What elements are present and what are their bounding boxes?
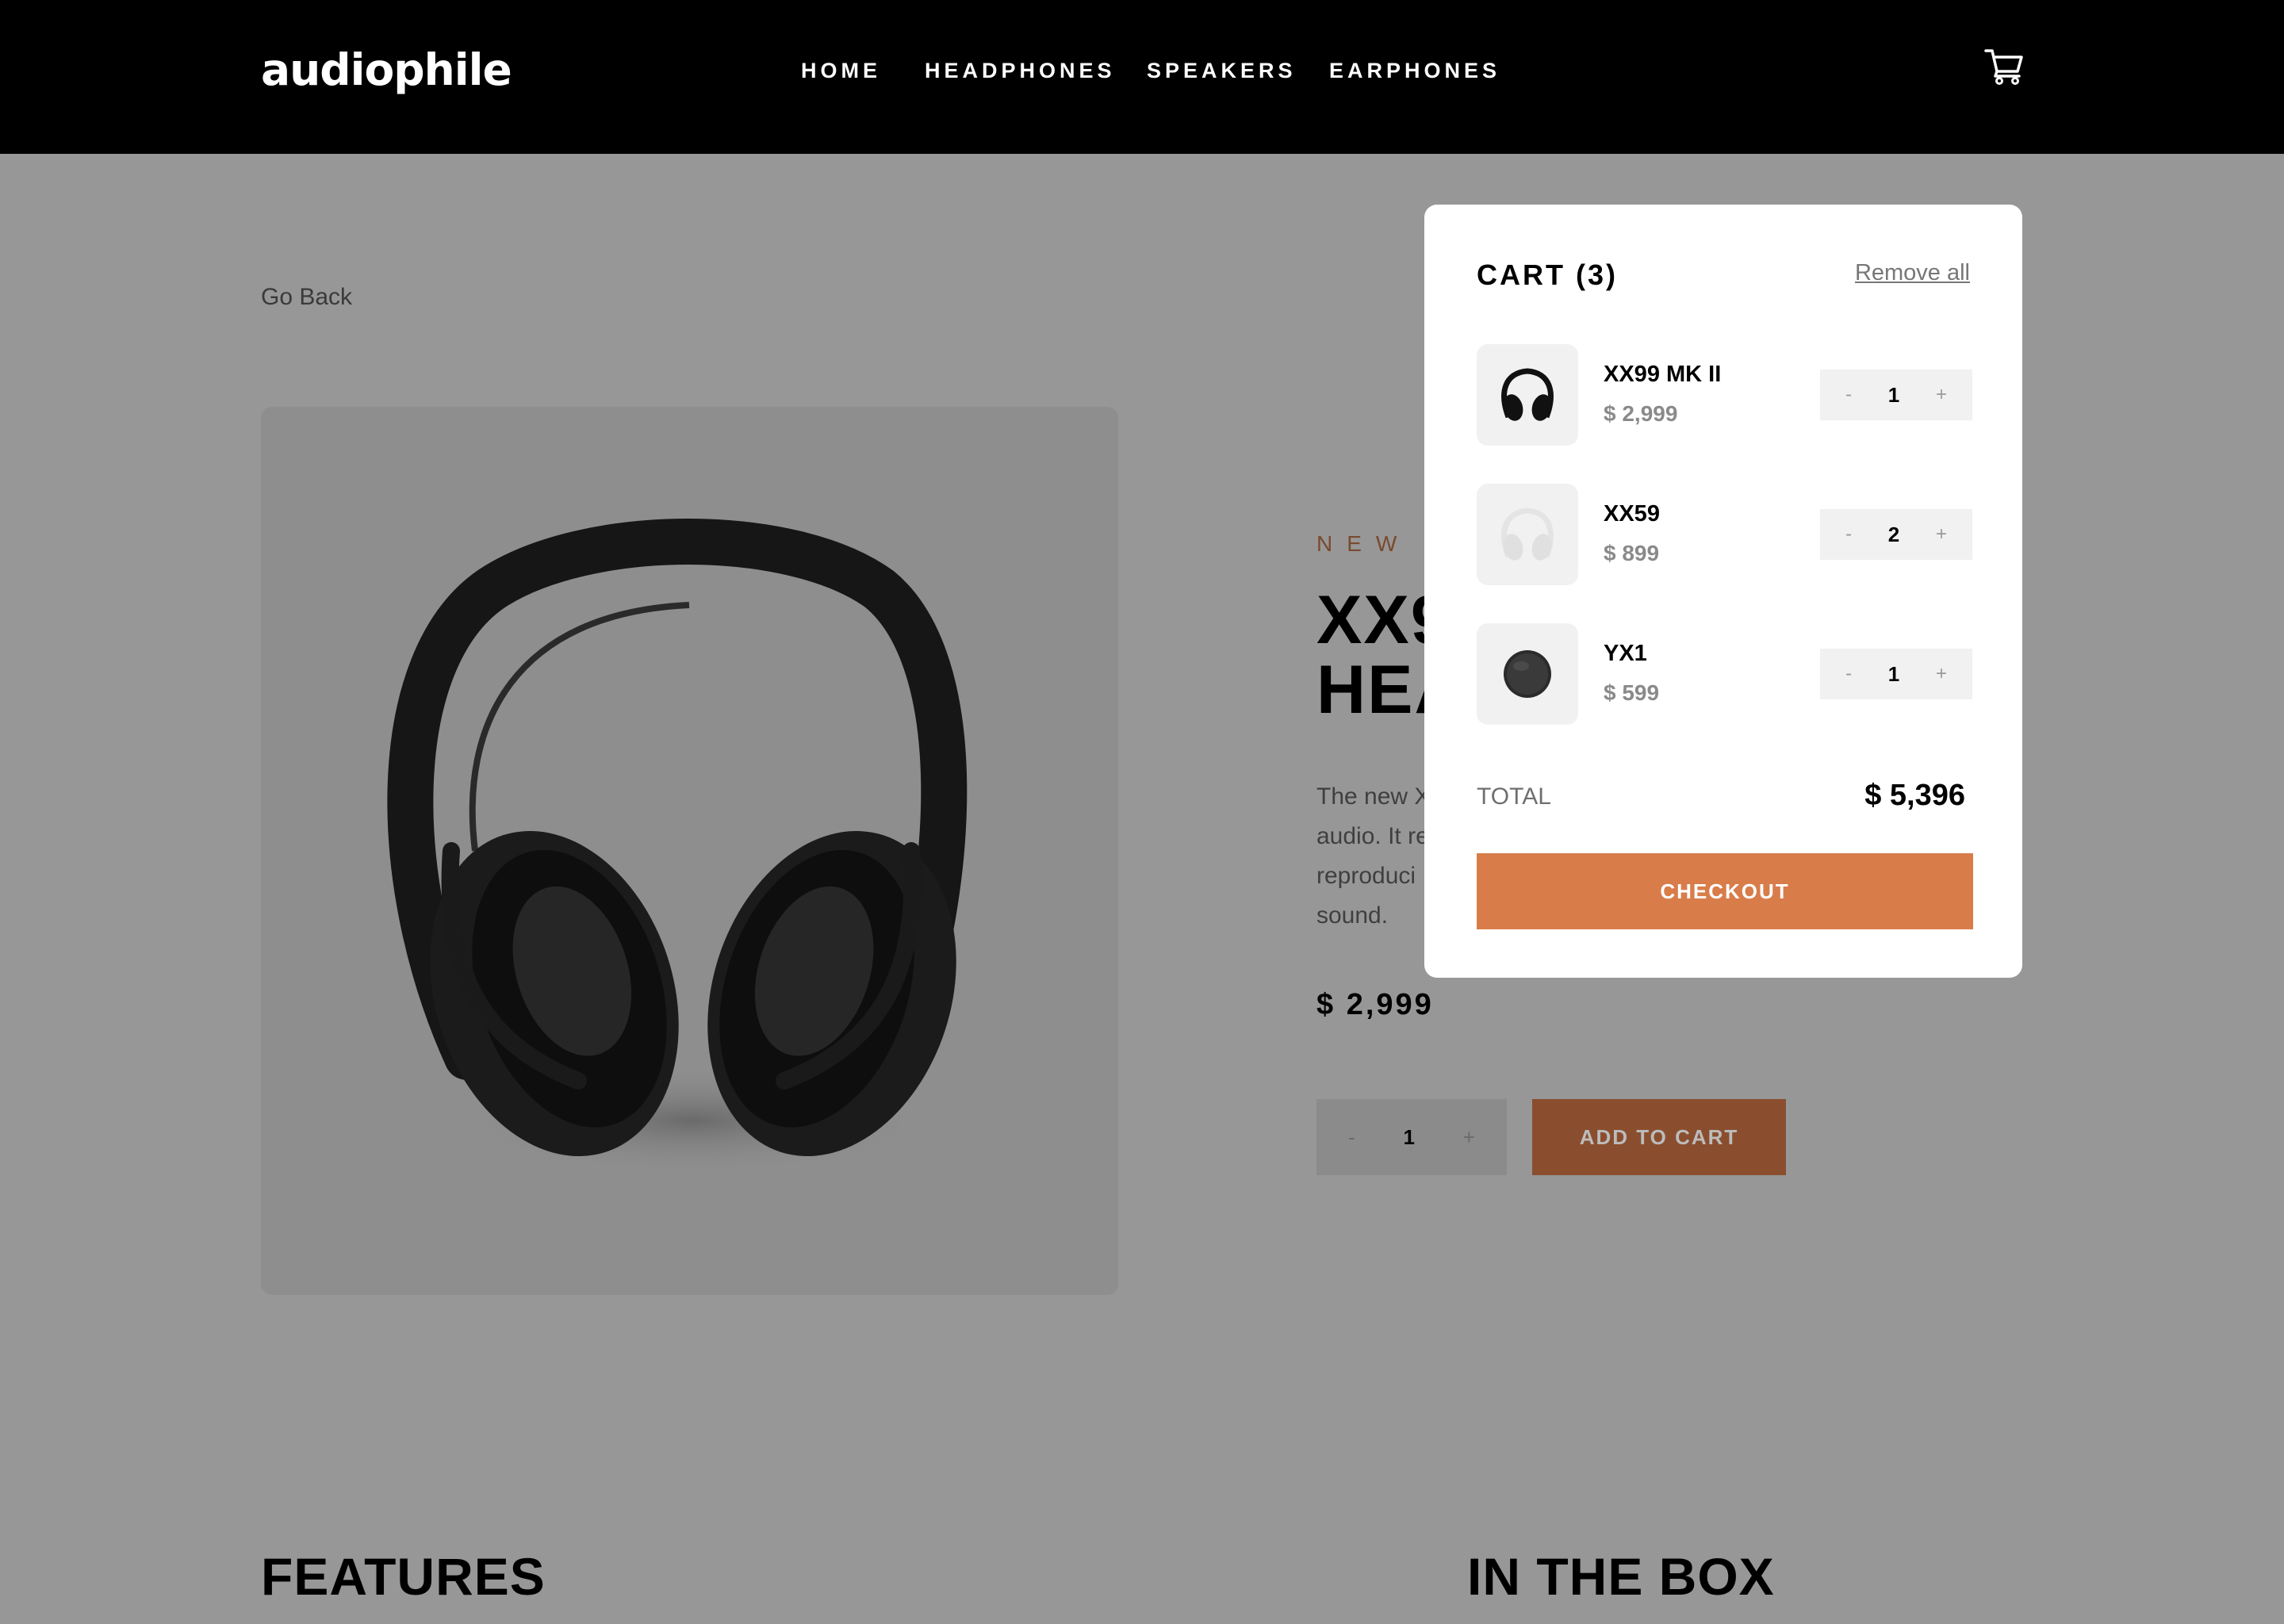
quantity-value: 2	[1887, 522, 1900, 546]
total-value: $ 5,396	[1864, 779, 1965, 812]
quantity-value: 1	[1403, 1124, 1415, 1149]
product-quantity-stepper: - 1 +	[1316, 1099, 1507, 1175]
nav-headphones[interactable]: HEADPHONES	[925, 59, 1116, 83]
cart-item-price: $ 899	[1604, 541, 1660, 565]
nav-speakers[interactable]: SPEAKERS	[1147, 59, 1297, 83]
cart-item-thumbnail	[1477, 484, 1578, 585]
speaker-icon	[1504, 650, 1551, 698]
headphones-icon	[1501, 508, 1554, 561]
decrement-button[interactable]: -	[1845, 523, 1852, 546]
decrement-button[interactable]: -	[1348, 1125, 1355, 1150]
headphones-icon	[387, 519, 968, 1176]
new-product-label: NEW	[1316, 531, 1412, 556]
increment-button[interactable]: +	[1936, 523, 1947, 546]
cart-heading: CART (3)	[1477, 259, 1618, 291]
quantity-value: 1	[1887, 382, 1900, 407]
cart-item-name: YX1	[1604, 641, 1647, 666]
nav-earphones[interactable]: EARPHONES	[1329, 59, 1500, 83]
checkout-button[interactable]: CHECKOUT	[1477, 853, 1973, 929]
in-the-box-heading: IN THE BOX	[1467, 1547, 1775, 1606]
cart-item-name: XX99 MK II	[1604, 362, 1722, 387]
cart-item-thumbnail	[1477, 344, 1578, 446]
cart-item: XX59 $ 899 - 2 +	[1477, 484, 1976, 585]
nav-home[interactable]: HOME	[801, 59, 881, 83]
decrement-button[interactable]: -	[1845, 384, 1852, 406]
cart-item-name: XX59	[1604, 501, 1660, 527]
product-price: $ 2,999	[1316, 988, 1434, 1021]
total-label: TOTAL	[1477, 783, 1551, 810]
cart-item-quantity-stepper: - 2 +	[1820, 509, 1972, 560]
increment-button[interactable]: +	[1936, 384, 1947, 406]
cart-item: YX1 $ 599 - 1 +	[1477, 623, 1976, 725]
product-image	[261, 407, 1118, 1295]
cart-item-quantity-stepper: - 1 +	[1820, 649, 1972, 699]
cart-item-price: $ 599	[1604, 680, 1660, 705]
remove-all-button[interactable]: Remove all	[1855, 260, 1970, 286]
site-header: audiophile HOME HEADPHONES SPEAKERS EARP…	[0, 0, 2284, 154]
features-heading: FEATURES	[261, 1547, 546, 1606]
go-back-link[interactable]: Go Back	[261, 284, 352, 311]
logo[interactable]: audiophile	[261, 44, 512, 95]
cart-modal: CART (3) Remove all XX99 MK II $ 2,999 -…	[1424, 205, 2022, 978]
decrement-button[interactable]: -	[1845, 663, 1852, 685]
cart-item-thumbnail	[1477, 623, 1578, 725]
cart-item-price: $ 2,999	[1604, 401, 1678, 426]
quantity-value: 1	[1887, 661, 1900, 686]
increment-button[interactable]: +	[1463, 1125, 1475, 1150]
cart-item: XX99 MK II $ 2,999 - 1 +	[1477, 344, 1976, 446]
increment-button[interactable]: +	[1936, 663, 1947, 685]
add-to-cart-button[interactable]: ADD TO CART	[1532, 1099, 1786, 1175]
cart-icon[interactable]	[1984, 48, 2024, 86]
headphones-icon	[1501, 368, 1554, 421]
cart-item-quantity-stepper: - 1 +	[1820, 370, 1972, 420]
